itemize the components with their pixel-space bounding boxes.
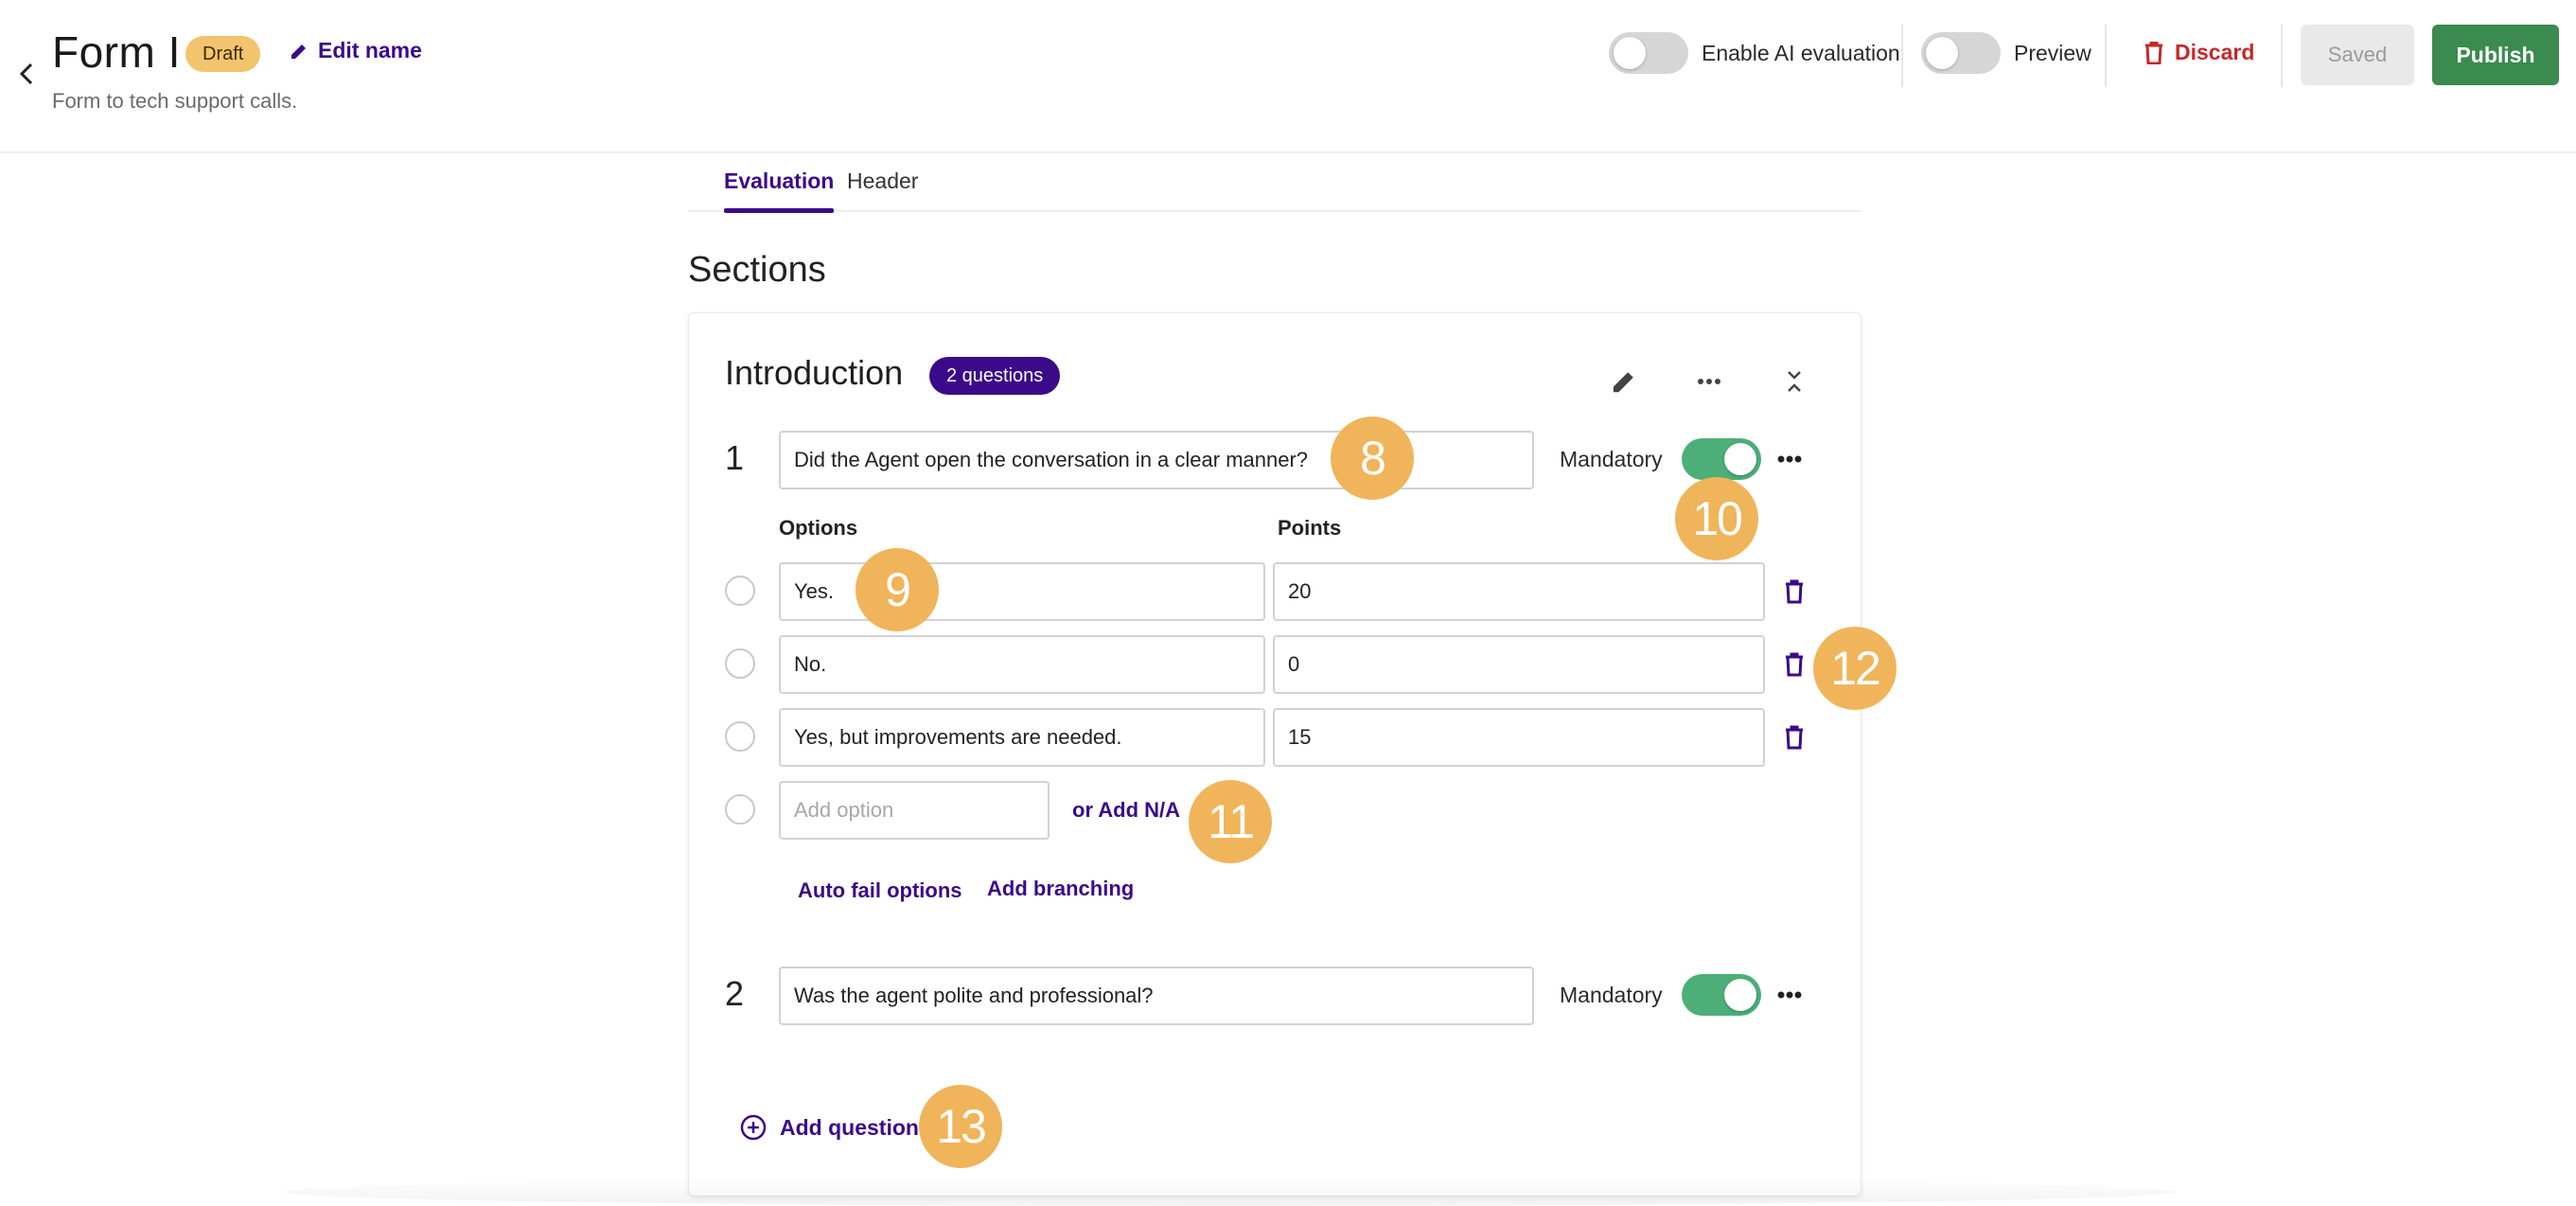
- tab-evaluation[interactable]: Evaluation: [724, 168, 835, 213]
- form-description: Form to tech support calls.: [52, 89, 298, 113]
- option-points-input[interactable]: [1273, 708, 1765, 767]
- top-bar: Form I Draft Edit name Form to tech supp…: [0, 0, 2576, 153]
- toggle-knob: [1926, 37, 1958, 69]
- section-card: Introduction 2 questions 1 Mandatory Opt…: [688, 312, 1861, 1197]
- edit-name-button[interactable]: Edit name: [290, 38, 422, 63]
- options-column-header: Options: [779, 516, 858, 540]
- discard-label: Discard: [2175, 40, 2255, 64]
- delete-option-button[interactable]: [1777, 718, 1811, 756]
- question-number: 2: [725, 974, 745, 1013]
- question-more-button[interactable]: [1771, 440, 1808, 478]
- preview-toggle-group: Preview: [1921, 32, 2091, 74]
- add-question-button[interactable]: Add question: [740, 1114, 919, 1141]
- auto-fail-options-link[interactable]: Auto fail options: [798, 878, 962, 903]
- mandatory-label: Mandatory: [1560, 446, 1663, 471]
- divider: [2105, 25, 2107, 87]
- points-column-header: Points: [1278, 516, 1342, 540]
- trash-icon: [1786, 725, 1803, 750]
- question-text-input[interactable]: [779, 967, 1534, 1025]
- option-label-input[interactable]: [779, 635, 1265, 694]
- option-radio[interactable]: [725, 721, 755, 752]
- mandatory-group: Mandatory: [1560, 974, 1761, 1016]
- publish-button[interactable]: Publish: [2432, 25, 2559, 85]
- question-text-input[interactable]: [779, 431, 1534, 489]
- pencil-icon: [1613, 372, 1633, 393]
- ai-evaluation-label: Enable AI evaluation: [1702, 40, 1900, 65]
- question-more-button[interactable]: [1771, 976, 1808, 1014]
- tab-header[interactable]: Header: [847, 168, 918, 194]
- add-branching-link[interactable]: Add branching: [987, 877, 1134, 901]
- collapse-section-button[interactable]: [1775, 363, 1813, 400]
- mandatory-toggle[interactable]: [1681, 974, 1761, 1016]
- pencil-icon: [291, 44, 306, 59]
- more-horizontal-icon: [1777, 455, 1802, 463]
- option-radio[interactable]: [725, 648, 755, 679]
- callout-marker: 12: [1813, 627, 1897, 710]
- more-horizontal-icon: [1698, 379, 1720, 384]
- option-points-input[interactable]: [1273, 562, 1765, 621]
- form-title: Form I: [52, 27, 181, 77]
- trash-icon: [1786, 579, 1803, 604]
- question-count-badge: 2 questions: [929, 357, 1061, 395]
- divider: [2281, 25, 2283, 87]
- mandatory-toggle[interactable]: [1681, 438, 1761, 480]
- more-horizontal-icon: [1777, 991, 1802, 999]
- preview-toggle[interactable]: [1921, 32, 2001, 74]
- divider: [1901, 25, 1903, 87]
- edit-name-label: Edit name: [318, 38, 422, 62]
- delete-option-button[interactable]: [1777, 573, 1811, 611]
- callout-marker: 10: [1675, 477, 1758, 560]
- trash-icon: [2145, 41, 2162, 64]
- toggle-knob: [1614, 37, 1646, 69]
- preview-label: Preview: [2014, 40, 2091, 65]
- option-radio[interactable]: [725, 576, 755, 606]
- ai-evaluation-toggle[interactable]: [1609, 32, 1688, 74]
- delete-option-button[interactable]: [1777, 646, 1811, 683]
- section-title: Introduction: [725, 353, 904, 392]
- add-option-input[interactable]: [779, 781, 1050, 840]
- tab-bar: Evaluation Header: [688, 161, 1861, 213]
- bottom-shadow: [284, 1178, 2177, 1206]
- option-label-input[interactable]: [779, 708, 1265, 767]
- saved-button[interactable]: Saved: [2301, 25, 2414, 85]
- section-more-button[interactable]: [1690, 363, 1728, 400]
- chevron-left-icon: [19, 62, 33, 85]
- option-label-input[interactable]: [779, 562, 1265, 621]
- toggle-knob: [1723, 979, 1756, 1011]
- mandatory-label: Mandatory: [1560, 982, 1663, 1007]
- option-radio[interactable]: [725, 794, 755, 825]
- edit-section-button[interactable]: [1605, 363, 1643, 400]
- plus-circle-icon: [740, 1114, 767, 1141]
- trash-icon: [1786, 652, 1803, 677]
- mandatory-group: Mandatory: [1560, 438, 1761, 480]
- option-points-input[interactable]: [1273, 635, 1765, 694]
- status-badge: Draft: [185, 36, 261, 72]
- add-na-link[interactable]: or Add N/A: [1072, 798, 1180, 823]
- discard-button[interactable]: Discard: [2144, 40, 2254, 65]
- toggle-knob: [1723, 443, 1756, 475]
- question-number: 1: [725, 438, 745, 477]
- callout-marker: 13: [919, 1085, 1002, 1168]
- back-button[interactable]: [8, 55, 45, 93]
- callout-marker: 9: [856, 548, 939, 631]
- callout-marker: 8: [1331, 417, 1414, 500]
- ai-evaluation-toggle-group: Enable AI evaluation: [1609, 32, 1900, 74]
- callout-marker: 11: [1189, 780, 1272, 863]
- add-question-label: Add question: [780, 1114, 919, 1140]
- sections-heading: Sections: [688, 250, 826, 290]
- collapse-icon: [1788, 371, 1801, 392]
